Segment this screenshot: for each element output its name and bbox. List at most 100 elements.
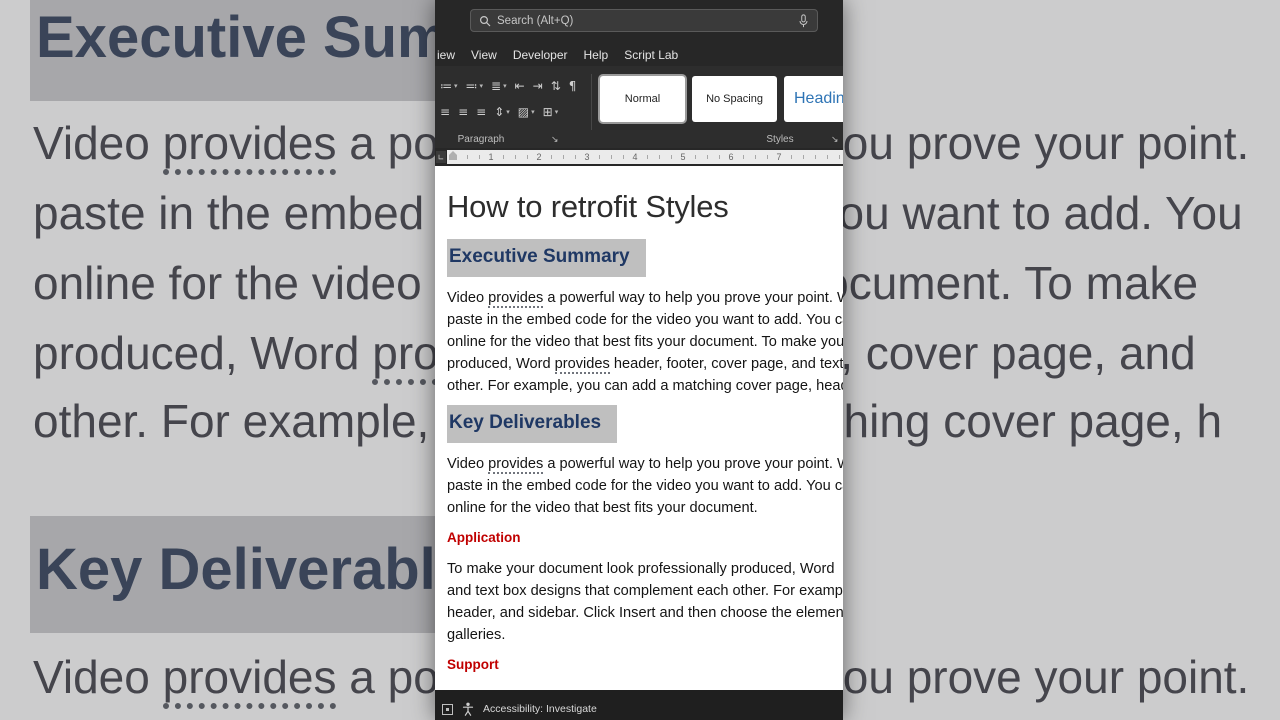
left-indent-icon xyxy=(449,155,457,160)
style-card-no-spacing[interactable]: No Spacing xyxy=(692,76,777,122)
paragraph-group-label: Paragraph xyxy=(457,134,505,145)
text-run: Video xyxy=(33,117,163,169)
multilevel-list-icon: ≣ xyxy=(491,79,502,93)
doc-heading-executive-summary: Executive Summary xyxy=(447,238,646,277)
ruler-number: 2 xyxy=(534,151,544,163)
ribbon-tabs: iew View Developer Help Script Lab xyxy=(435,44,843,66)
text-run: Video xyxy=(447,455,489,472)
flagged-word: provides xyxy=(162,651,337,709)
word-window: Search (Alt+Q) iew View Developer Help S… xyxy=(435,0,843,720)
borders-button[interactable]: ⊞ ▾ xyxy=(540,102,562,122)
paragraph-group-row-2: ≡ ≡ ≡ ⇕ ▾ ▨ ▾ ⊞ ▾ xyxy=(437,102,561,122)
text-run: online for the video that best fits your… xyxy=(447,333,843,350)
doc-line: paste in the embed code for the video yo… xyxy=(447,309,843,331)
tab-selector-icon[interactable]: ∟ xyxy=(436,151,446,163)
indent-marker-handle[interactable] xyxy=(449,151,457,160)
tab-developer[interactable]: Developer xyxy=(513,48,568,62)
doc-line: online for the video that best fits your… xyxy=(447,497,843,519)
ruler[interactable]: ∟ 1 2 3 4 5 6 7 xyxy=(435,148,843,166)
doc-heading-key-deliverables: Key Deliverables xyxy=(447,404,618,443)
search-box[interactable]: Search (Alt+Q) xyxy=(470,9,818,32)
sort-button[interactable]: ⇅ xyxy=(548,76,564,96)
text-run: paste in the embed code for the video yo… xyxy=(447,477,843,494)
text-run: Video xyxy=(33,651,163,703)
ruler-number: 6 xyxy=(726,151,736,163)
dropdown-caret-icon: ▾ xyxy=(506,108,510,116)
macro-record-icon[interactable] xyxy=(442,703,453,715)
bullets-icon: ≔ xyxy=(440,79,452,93)
doc-line: paste in the embed code for the video yo… xyxy=(447,475,843,497)
text-run: and text box designs that complement eac… xyxy=(447,582,843,599)
tab-review-partial[interactable]: iew xyxy=(437,48,455,62)
text-run: a powerful way to help you prove your po… xyxy=(543,455,843,472)
style-card-label: Normal xyxy=(624,93,661,105)
status-bar: Accessibility: Investigate xyxy=(435,690,843,720)
paragraph-dialog-launcher-icon[interactable]: ↘ xyxy=(551,135,559,145)
show-formatting-marks-icon: ¶ xyxy=(568,79,577,93)
text-run: produced, Word xyxy=(33,327,373,379)
doc-line: To make your document look professionall… xyxy=(447,558,843,580)
align-right-button[interactable]: ≡ xyxy=(473,102,489,122)
align-center-button[interactable]: ≡ xyxy=(455,102,471,122)
search-icon xyxy=(479,15,491,26)
align-left-icon: ≡ xyxy=(440,105,451,119)
document-page[interactable]: How to retrofit Styles Executive Summary… xyxy=(435,166,843,690)
decrease-indent-button[interactable]: ⇤ xyxy=(512,76,528,96)
bullets-button[interactable]: ≔ ▾ xyxy=(437,76,461,96)
ruler-strip[interactable]: 1 2 3 4 5 6 7 xyxy=(447,150,843,164)
accessibility-icon xyxy=(462,702,474,716)
doc-line: produced, Word provides header, footer, … xyxy=(447,353,843,375)
accessibility-status-button[interactable]: Accessibility: Investigate xyxy=(483,703,597,715)
align-left-button[interactable]: ≡ xyxy=(437,102,453,122)
align-right-icon: ≡ xyxy=(476,105,487,119)
text-run: a powerful way to help you prove your po… xyxy=(543,289,843,306)
text-run: header, footer, cover page, and text xyxy=(609,355,843,372)
dropdown-caret-icon: ▾ xyxy=(554,108,559,116)
paragraph-group-row-1: ≔ ▾ ≕ ▾ ≣ ▾ ⇤ ⇥ ⇅ ¶ xyxy=(437,76,579,96)
ruler-number: 7 xyxy=(774,151,784,163)
text-run: other. For example, you can add a matchi… xyxy=(447,377,843,394)
tab-help[interactable]: Help xyxy=(584,48,609,62)
ruler-number: 3 xyxy=(582,151,592,163)
shading-button[interactable]: ▨ ▾ xyxy=(515,102,538,122)
increase-indent-icon: ⇥ xyxy=(532,79,543,93)
flagged-word: provides xyxy=(488,289,544,308)
line-spacing-icon: ⇕ xyxy=(494,105,505,119)
dictate-button[interactable] xyxy=(798,13,809,28)
style-card-heading1[interactable]: Heading xyxy=(784,76,843,122)
group-divider xyxy=(591,74,592,130)
text-run: header, and sidebar. Click Insert and th… xyxy=(447,604,843,621)
doc-line: Video provides a powerful way to help yo… xyxy=(447,287,843,309)
text-run: Key Deliverables xyxy=(36,537,501,602)
tab-script-lab[interactable]: Script Lab xyxy=(624,48,678,62)
dropdown-caret-icon: ▾ xyxy=(454,82,458,90)
multilevel-list-button[interactable]: ≣ ▾ xyxy=(488,76,510,96)
flagged-word: provides xyxy=(162,117,337,175)
doc-paragraph: Video provides a powerful way to help yo… xyxy=(447,453,843,519)
styles-group-label: Styles xyxy=(766,134,794,145)
doc-title: How to retrofit Styles xyxy=(447,189,729,224)
doc-paragraph: Video provides a powerful way to help yo… xyxy=(447,287,843,397)
flagged-word: provides xyxy=(488,455,544,474)
title-bar: Search (Alt+Q) xyxy=(435,0,843,44)
text-run: galleries. xyxy=(447,626,506,643)
tab-view[interactable]: View xyxy=(471,48,497,62)
ribbon: ≔ ▾ ≕ ▾ ≣ ▾ ⇤ ⇥ ⇅ ¶ ≡ ≡ ≡ ⇕ ▾ ▨ ▾ ⊞ ▾ Normal No Spacing H… xyxy=(435,66,843,148)
dropdown-caret-icon: ▾ xyxy=(479,82,484,90)
decrease-indent-icon: ⇤ xyxy=(514,79,525,93)
style-card-normal[interactable]: Normal xyxy=(600,76,685,122)
ruler-number: 4 xyxy=(630,151,640,163)
line-spacing-button[interactable]: ⇕ ▾ xyxy=(491,102,513,122)
shading-icon: ▨ xyxy=(517,105,530,119)
doc-paragraph: To make your document look professionall… xyxy=(447,558,843,646)
doc-line: galleries. xyxy=(447,624,843,646)
doc-line: Video provides a powerful way to help yo… xyxy=(447,453,843,475)
dropdown-caret-icon: ▾ xyxy=(503,82,507,90)
doc-subheading-support: Support xyxy=(447,656,499,672)
doc-line: online for the video that best fits your… xyxy=(447,331,843,353)
doc-line: header, and sidebar. Click Insert and th… xyxy=(447,602,843,624)
increase-indent-button[interactable]: ⇥ xyxy=(530,76,546,96)
show-formatting-marks-button[interactable]: ¶ xyxy=(566,76,580,96)
styles-dialog-launcher-icon[interactable]: ↘ xyxy=(831,135,839,145)
numbering-button[interactable]: ≕ ▾ xyxy=(463,76,487,96)
